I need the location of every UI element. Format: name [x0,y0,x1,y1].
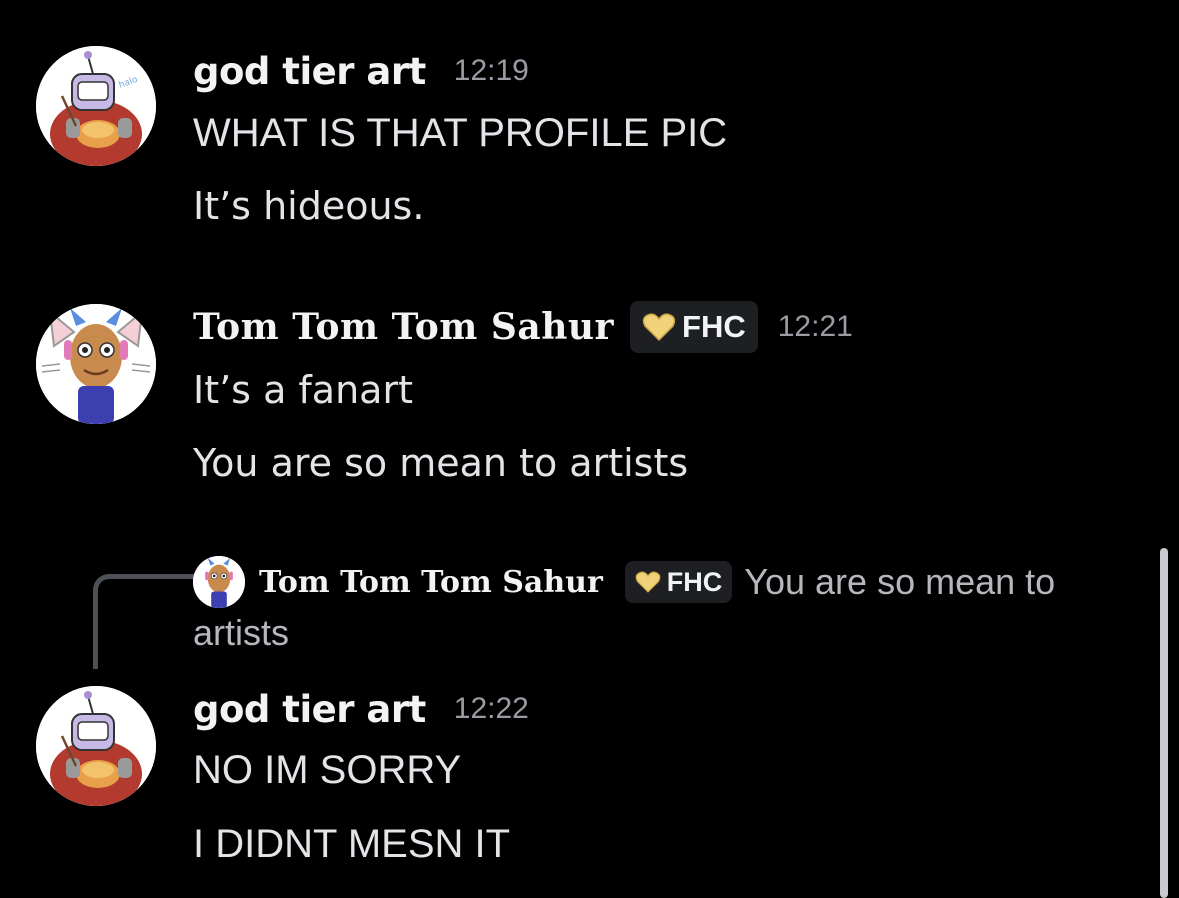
reply-text: You are so mean to [744,561,1056,602]
avatar[interactable] [36,304,156,424]
cat-ear-face-avatar-icon [36,304,156,424]
timestamp: 12:19 [453,54,529,87]
username[interactable]: god tier art [193,50,426,93]
message-text: It’s a fanart [193,368,413,412]
heart-icon [635,571,661,593]
reply-clan-tag-label: FHC [666,566,723,597]
message-header: Tom Tom Tom Sahur FHC 12:21 [193,300,853,354]
message-text: It’s hideous. [193,184,425,228]
message-text: NO IM SORRY [193,748,462,792]
reply-username: Tom Tom Tom Sahur [259,564,603,600]
scrollbar[interactable] [1160,548,1168,898]
reply-text-continued: artists [193,612,290,653]
avatar[interactable] [36,686,156,806]
reply-connector-line [93,574,196,669]
reply-preview[interactable]: Tom Tom Tom Sahur FHC You are so mean to [193,556,1153,608]
message-text: You are so mean to artists [193,441,689,485]
message-text: WHAT IS THAT PROFILE PIC [193,111,728,155]
avatar[interactable]: halo [36,46,156,166]
username[interactable]: Tom Tom Tom Sahur [193,306,614,348]
cat-ear-face-avatar-icon [193,556,245,608]
clan-tag-label: FHC [682,309,746,344]
timestamp: 12:22 [453,692,529,725]
message-header: god tier art 12:19 [193,46,529,96]
clan-tag[interactable]: FHC [630,301,758,353]
reply-clan-tag: FHC [624,561,733,603]
username[interactable]: god tier art [193,688,426,731]
robot-avatar-icon [36,686,156,806]
heart-icon [642,313,676,342]
timestamp: 12:21 [777,310,853,343]
reply-avatar [193,556,245,608]
message-text: I DIDNT MESN IT [193,822,511,866]
robot-avatar-icon: halo [36,46,156,166]
message-header: god tier art 12:22 [193,684,529,734]
